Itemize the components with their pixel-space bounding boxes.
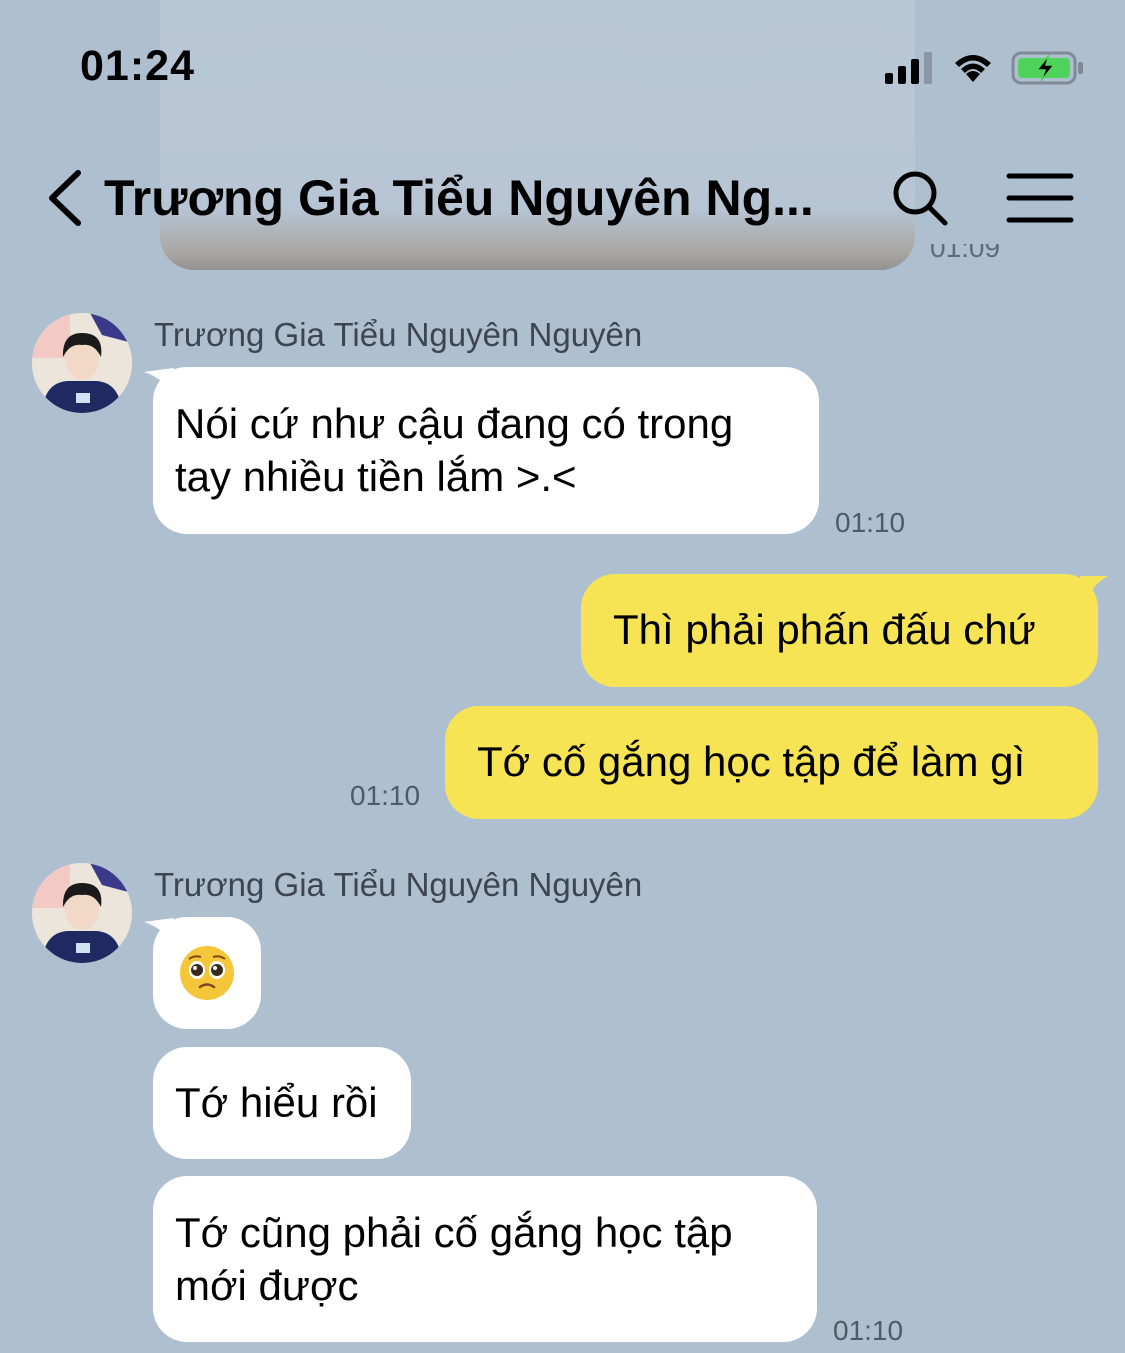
status-icons xyxy=(885,48,1085,88)
message-text: Nói cứ như cậu đang có trong tay nhiều t… xyxy=(175,400,734,500)
avatar-image xyxy=(32,863,132,963)
message-bubble[interactable] xyxy=(153,917,261,1029)
menu-button[interactable] xyxy=(1005,168,1075,228)
pleading-face-emoji xyxy=(180,946,234,1000)
message-bubble[interactable]: Tớ hiểu rồi xyxy=(153,1047,411,1159)
message-text: Thì phải phấn đấu chứ xyxy=(613,606,1036,653)
message-bubble[interactable]: Thì phải phấn đấu chứ xyxy=(581,574,1098,687)
previous-message-time: 01:09 xyxy=(930,244,1020,268)
avatar[interactable] xyxy=(32,863,132,963)
message-bubble[interactable]: Tớ cũng phải cố gắng học tập mới được xyxy=(153,1176,817,1342)
battery-charging-icon xyxy=(1011,51,1083,85)
avatar-image xyxy=(32,313,132,413)
back-icon xyxy=(49,170,81,226)
back-button[interactable] xyxy=(40,165,90,231)
menu-icon xyxy=(1006,173,1074,223)
avatar[interactable] xyxy=(32,313,132,413)
chat-header: Trương Gia Tiểu Nguyên Ng... xyxy=(0,150,1125,245)
wifi-icon xyxy=(955,55,991,82)
search-button[interactable] xyxy=(888,166,952,230)
message-text: Tớ cố gắng học tập để làm gì xyxy=(477,738,1026,785)
message-bubble[interactable]: Tớ cố gắng học tập để làm gì xyxy=(445,706,1098,819)
message-time: 01:10 xyxy=(350,780,421,811)
signal-icon xyxy=(885,52,932,84)
previous-time-text: 01:09 xyxy=(930,244,1001,263)
chat-title[interactable]: Trương Gia Tiểu Nguyên Ng... xyxy=(104,168,824,228)
status-time: 01:24 xyxy=(80,42,195,90)
sender-name: Trương Gia Tiểu Nguyên Nguyên xyxy=(154,866,643,903)
message-text: Tớ hiểu rồi xyxy=(175,1079,378,1126)
message-text: Tớ cũng phải cố gắng học tập mới được xyxy=(175,1209,733,1309)
message-time: 01:10 xyxy=(835,507,906,538)
message-time: 01:10 xyxy=(833,1315,904,1346)
message-bubble[interactable]: Nói cứ như cậu đang có trong tay nhiều t… xyxy=(153,367,819,534)
search-icon xyxy=(893,171,948,226)
sender-name: Trương Gia Tiểu Nguyên Nguyên xyxy=(154,316,643,353)
